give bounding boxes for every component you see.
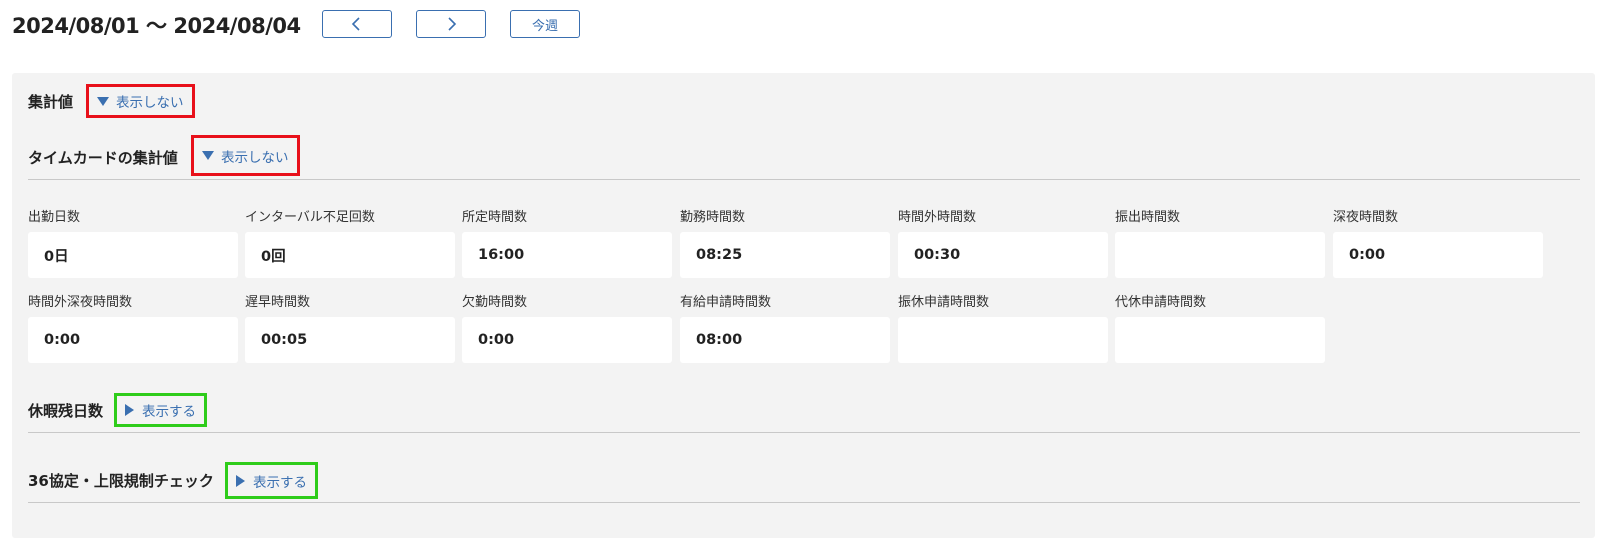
field-label: 出勤日数 bbox=[28, 210, 81, 225]
summary-hide-toggle[interactable]: 表示しない bbox=[86, 84, 195, 118]
section-divider bbox=[28, 502, 1580, 503]
chevron-right-icon bbox=[448, 17, 457, 31]
field-value: 08:00 bbox=[680, 317, 890, 363]
caret-right-icon bbox=[236, 474, 245, 487]
leave-balance-show-toggle[interactable]: 表示する bbox=[114, 393, 207, 427]
field-label: インターバル不足回数 bbox=[245, 210, 375, 225]
field-label: 時間外深夜時間数 bbox=[28, 295, 133, 310]
date-range-title: 2024/08/01 〜 2024/08/04 bbox=[12, 14, 301, 38]
leave-balance-toggle-label: 表示する bbox=[142, 404, 196, 420]
agreement36-show-toggle[interactable]: 表示する bbox=[225, 462, 318, 499]
field-value: 0:00 bbox=[28, 317, 238, 363]
field-label: 振出時間数 bbox=[1115, 210, 1181, 225]
caret-down-icon bbox=[202, 151, 214, 160]
field-label: 時間外時間数 bbox=[898, 210, 977, 225]
field-value: 00:05 bbox=[245, 317, 455, 363]
field-label: 代休申請時間数 bbox=[1115, 295, 1207, 310]
field-value: 0回 bbox=[245, 232, 455, 278]
field-value bbox=[1115, 317, 1325, 363]
timecard-toggle-label: 表示しない bbox=[221, 149, 289, 166]
timecard-title: タイムカードの集計値 bbox=[28, 149, 178, 167]
field-label: 欠勤時間数 bbox=[462, 295, 528, 310]
field-label: 遅早時間数 bbox=[245, 295, 311, 310]
field-label: 所定時間数 bbox=[462, 210, 528, 225]
field-label: 有給申請時間数 bbox=[680, 295, 772, 310]
field-label: 振休申請時間数 bbox=[898, 295, 990, 310]
field-label: 勤務時間数 bbox=[680, 210, 746, 225]
chevron-left-icon bbox=[351, 17, 360, 31]
timecard-hide-toggle[interactable]: 表示しない bbox=[191, 135, 300, 176]
date-range-bar: 2024/08/01 〜 2024/08/04 bbox=[12, 8, 301, 42]
section-divider bbox=[28, 432, 1580, 433]
field-value: 16:00 bbox=[462, 232, 672, 278]
previous-period-button[interactable] bbox=[322, 10, 392, 38]
this-week-button[interactable]: 今週 bbox=[510, 10, 580, 38]
agreement36-toggle-label: 表示する bbox=[253, 474, 307, 491]
field-value: 00:30 bbox=[898, 232, 1108, 278]
field-value: 08:25 bbox=[680, 232, 890, 278]
leave-balance-title: 休暇残日数 bbox=[28, 402, 104, 420]
field-label: 深夜時間数 bbox=[1333, 210, 1399, 225]
field-value: 0:00 bbox=[1333, 232, 1543, 278]
field-value bbox=[1115, 232, 1325, 278]
caret-right-icon bbox=[125, 404, 134, 416]
field-value: 0日 bbox=[28, 232, 238, 278]
field-value bbox=[898, 317, 1108, 363]
summary-toggle-label: 表示しない bbox=[116, 95, 184, 111]
section-divider bbox=[28, 179, 1580, 180]
agreement36-title: 36協定・上限規制チェック bbox=[28, 472, 214, 490]
summary-title: 集計値 bbox=[28, 93, 74, 111]
summary-panel: 集計値 表示しない タイムカードの集計値 表示しない 出勤日数 0日 インターバル不… bbox=[12, 73, 1595, 538]
next-period-button[interactable] bbox=[416, 10, 486, 38]
field-value: 0:00 bbox=[462, 317, 672, 363]
caret-down-icon bbox=[97, 96, 109, 106]
